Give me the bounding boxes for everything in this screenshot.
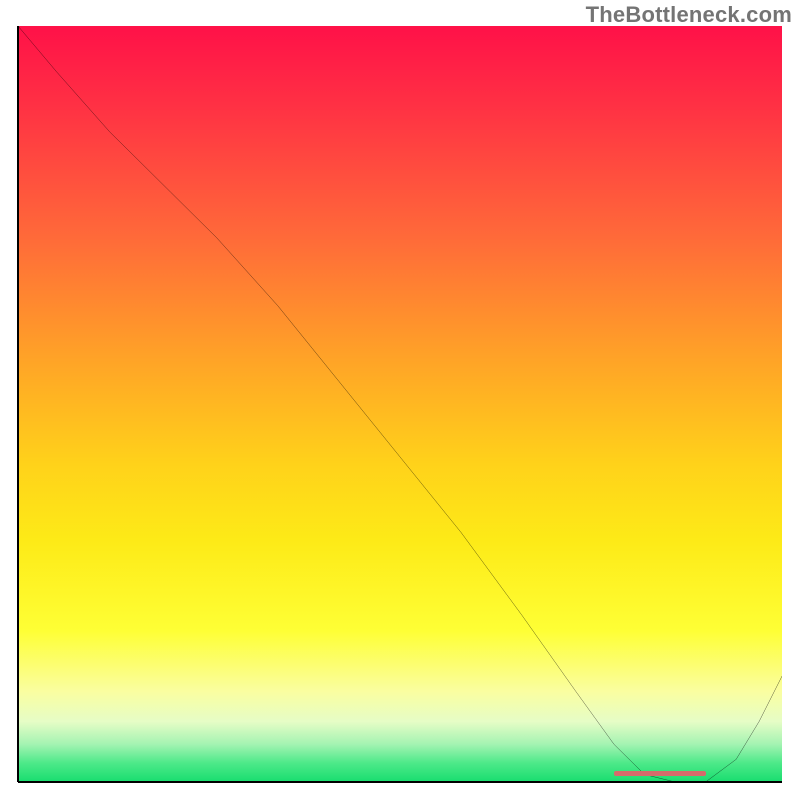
chart-stage: TheBottleneck.com (0, 0, 800, 800)
curve-svg (18, 26, 782, 782)
watermark-text: TheBottleneck.com (586, 2, 792, 28)
optimal-zone-marker (614, 771, 706, 776)
plot-area (18, 26, 782, 782)
bottleneck-curve-path (18, 26, 782, 782)
